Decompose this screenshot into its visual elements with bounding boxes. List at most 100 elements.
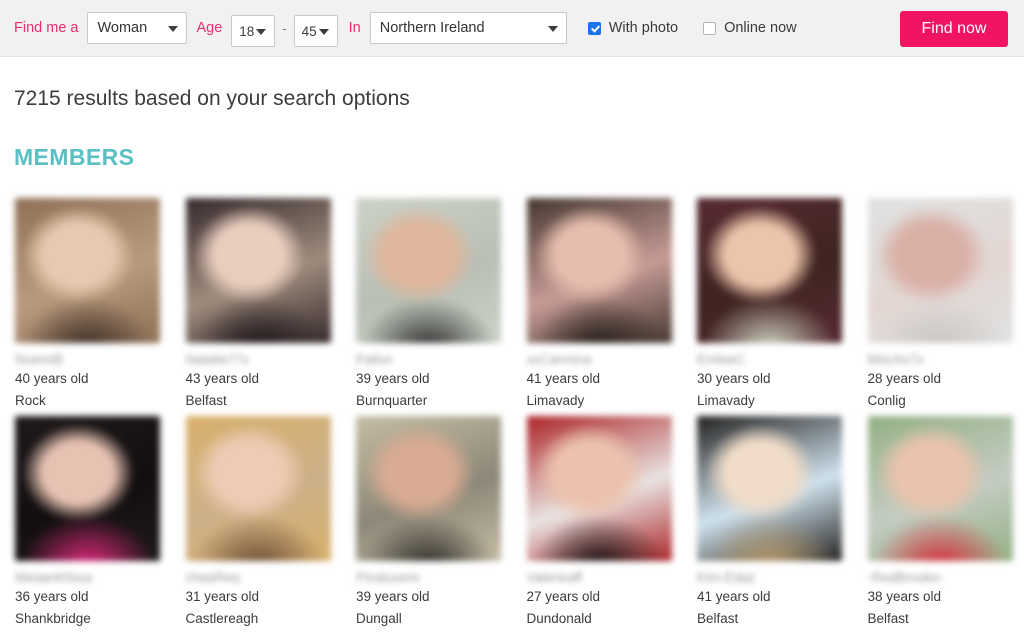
member-age: 43 years old bbox=[185, 371, 260, 386]
members-grid: NoemiB 40 years old Rock Natalie77x 43 years… bbox=[14, 198, 1013, 626]
member-age: 36 years old bbox=[15, 589, 89, 604]
member-city: Castlereagh bbox=[185, 611, 259, 626]
chevron-down-icon bbox=[256, 29, 267, 35]
member-city: Belfast bbox=[697, 611, 739, 626]
member-city: Limavady bbox=[526, 393, 585, 408]
member-city: Belfast bbox=[185, 393, 227, 408]
member-photo[interactable] bbox=[15, 198, 160, 343]
checkbox-unchecked-icon bbox=[703, 21, 717, 35]
checkbox-checked-icon bbox=[587, 21, 601, 35]
chevron-down-icon bbox=[168, 26, 179, 32]
member-card[interactable]: xxCarmina 41 years old Limavady bbox=[526, 198, 672, 408]
member-city: Limavady bbox=[697, 393, 755, 408]
member-username[interactable]: -RedBrooke- bbox=[868, 570, 1013, 583]
member-username[interactable]: MeganKlissa bbox=[15, 570, 160, 583]
member-photo[interactable] bbox=[697, 198, 842, 343]
member-city: Dundonald bbox=[526, 611, 592, 626]
member-age: 41 years old bbox=[526, 371, 601, 386]
member-card[interactable]: Pinalusere 39 years old Dungall bbox=[356, 416, 501, 626]
member-photo-image bbox=[867, 416, 1013, 561]
member-card[interactable]: MeganKlissa 36 years old Shankbridge bbox=[15, 416, 160, 626]
with-photo-label: With photo bbox=[608, 20, 679, 36]
member-photo[interactable] bbox=[356, 416, 501, 561]
age-min-value: 18 bbox=[239, 23, 255, 39]
member-card[interactable]: NoemiB 40 years old Rock bbox=[15, 198, 160, 408]
member-photo-image bbox=[185, 416, 331, 561]
member-city: Rock bbox=[15, 393, 46, 408]
member-photo-image bbox=[697, 416, 842, 561]
member-photo-image bbox=[356, 198, 501, 343]
member-city: Belfast bbox=[867, 611, 909, 626]
member-card[interactable]: -RedBrooke- 38 years old Belfast bbox=[867, 416, 1013, 626]
member-photo-image bbox=[15, 416, 160, 561]
member-photo[interactable] bbox=[867, 198, 1013, 343]
member-age: 30 years old bbox=[697, 371, 771, 386]
member-username[interactable]: Fallon bbox=[356, 352, 501, 365]
in-label: In bbox=[348, 20, 361, 36]
gender-select-value: Woman bbox=[97, 20, 148, 36]
results-count-text: 7215 results based on your search option… bbox=[14, 87, 410, 110]
age-max-select[interactable]: 45 bbox=[293, 15, 338, 47]
find-now-button[interactable]: Find now bbox=[900, 11, 1008, 47]
region-select[interactable]: Northern Ireland bbox=[369, 12, 567, 44]
member-card[interactable]: Valerieaff 27 years old Dundonald bbox=[526, 416, 672, 626]
member-card[interactable]: Mischy7x 28 years old Conlig bbox=[867, 198, 1013, 408]
member-photo-image bbox=[697, 198, 842, 343]
member-photo-image bbox=[15, 198, 160, 343]
with-photo-checkbox[interactable]: With photo bbox=[587, 20, 679, 36]
member-photo[interactable] bbox=[697, 416, 842, 561]
member-photo-image bbox=[356, 416, 501, 561]
member-username[interactable]: Valerieaff bbox=[527, 570, 672, 583]
age-range-dash: - bbox=[282, 20, 287, 36]
member-card[interactable]: chepReg 31 years old Castlereagh bbox=[185, 416, 331, 626]
member-city: Burnquarter bbox=[356, 393, 428, 408]
member-photo-image bbox=[526, 416, 672, 561]
age-max-value: 45 bbox=[301, 23, 317, 39]
member-username[interactable]: chepReg bbox=[186, 570, 331, 583]
member-photo[interactable] bbox=[185, 198, 331, 343]
chevron-down-icon bbox=[318, 29, 329, 35]
member-card[interactable]: EmleeC 30 years old Limavady bbox=[697, 198, 842, 408]
member-card[interactable]: Kim-Edgz 41 years old Belfast bbox=[697, 416, 842, 626]
member-age: 28 years old bbox=[867, 371, 942, 386]
member-age: 41 years old bbox=[697, 589, 771, 604]
member-city: Shankbridge bbox=[15, 611, 91, 626]
age-label: Age bbox=[196, 20, 223, 36]
member-photo-image bbox=[526, 198, 672, 343]
search-toolbar: Find me a Woman Age 18 - 45 In Northern … bbox=[0, 0, 1024, 57]
member-username[interactable]: Pinalusere bbox=[356, 570, 501, 583]
member-age: 38 years old bbox=[867, 589, 942, 604]
chevron-down-icon bbox=[547, 26, 558, 32]
member-photo-image bbox=[867, 198, 1013, 343]
member-photo[interactable] bbox=[185, 416, 331, 561]
member-username[interactable]: EmleeC bbox=[697, 352, 842, 365]
member-username[interactable]: NoemiB bbox=[15, 352, 160, 365]
member-photo[interactable] bbox=[526, 198, 672, 343]
member-age: 31 years old bbox=[185, 589, 260, 604]
member-age: 27 years old bbox=[526, 589, 601, 604]
member-photo[interactable] bbox=[15, 416, 160, 561]
online-now-checkbox[interactable]: Online now bbox=[703, 20, 797, 36]
member-age: 39 years old bbox=[356, 589, 430, 604]
member-photo[interactable] bbox=[526, 416, 672, 561]
find-me-a-label: Find me a bbox=[14, 20, 79, 36]
member-username[interactable]: Natalie77x bbox=[186, 352, 331, 365]
member-username[interactable]: Mischy7x bbox=[868, 352, 1013, 365]
online-now-label: Online now bbox=[724, 20, 797, 36]
member-age: 40 years old bbox=[15, 371, 89, 386]
member-age: 39 years old bbox=[356, 371, 430, 386]
member-username[interactable]: xxCarmina bbox=[527, 352, 672, 365]
member-city: Dungall bbox=[356, 611, 402, 626]
age-min-select[interactable]: 18 bbox=[231, 15, 276, 47]
members-section-title: MEMBERS bbox=[14, 144, 135, 170]
member-photo[interactable] bbox=[356, 198, 501, 343]
member-photo[interactable] bbox=[867, 416, 1013, 561]
region-select-value: Northern Ireland bbox=[379, 20, 485, 36]
member-username[interactable]: Kim-Edgz bbox=[697, 570, 842, 583]
member-card[interactable]: Fallon 39 years old Burnquarter bbox=[356, 198, 501, 408]
member-photo-image bbox=[185, 198, 331, 343]
gender-select[interactable]: Woman bbox=[87, 12, 188, 44]
results-section: 7215 results based on your search option… bbox=[0, 87, 1024, 626]
member-city: Conlig bbox=[867, 393, 906, 408]
member-card[interactable]: Natalie77x 43 years old Belfast bbox=[185, 198, 331, 408]
